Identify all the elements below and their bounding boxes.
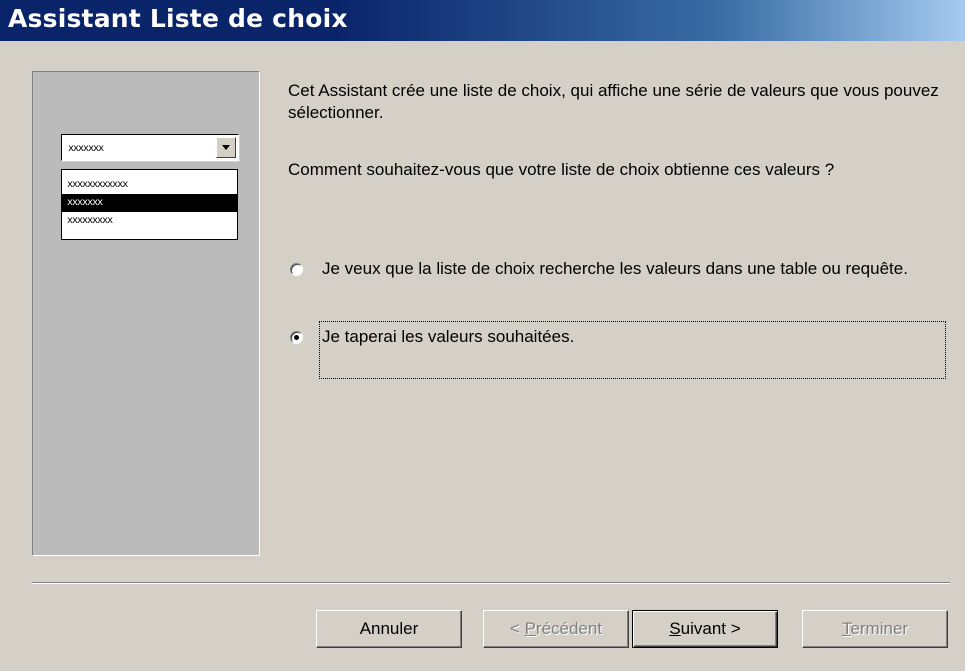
- sample-list-item: xxxxxxxxxxxx: [67, 179, 128, 190]
- previous-button-label: récédent: [535, 619, 603, 638]
- finish-button-label: erminer: [850, 619, 909, 638]
- next-button-mnemonic: S: [669, 619, 681, 638]
- cancel-button[interactable]: Annuler: [316, 610, 462, 648]
- option-lookup-table-label[interactable]: Je veux que la liste de choix recherche …: [322, 258, 922, 280]
- window-title: Assistant Liste de choix: [8, 4, 348, 33]
- sample-list-item-selected: xxxxxxx: [62, 194, 237, 212]
- sample-combo-value: xxxxxxx: [68, 143, 104, 154]
- previous-button-mnemonic: P: [524, 619, 536, 638]
- dropdown-arrow-icon: [216, 137, 236, 158]
- question-text: Comment souhaitez-vous que votre liste d…: [288, 160, 835, 179]
- next-button-label: uivant >: [680, 619, 741, 638]
- radio-lookup-table[interactable]: [290, 263, 303, 276]
- option-type-values-label[interactable]: Je taperai les valeurs souhaitées.: [322, 326, 922, 348]
- next-button[interactable]: Suivant >: [632, 610, 778, 648]
- finish-button[interactable]: Terminer: [802, 610, 948, 648]
- title-bar[interactable]: Assistant Liste de choix: [0, 0, 965, 41]
- sample-list-item: xxxxxxxxx: [67, 215, 113, 226]
- previous-button[interactable]: < Précédent: [483, 610, 629, 648]
- sample-dropdown-list: xxxxxxxxxxxx xxxxxxx xxxxxxxxx: [61, 169, 238, 240]
- radio-type-values[interactable]: [290, 331, 303, 344]
- previous-button-prefix: <: [509, 619, 525, 638]
- separator: [32, 582, 950, 584]
- intro-text: Cet Assistant crée une liste de choix, q…: [288, 81, 939, 122]
- sample-combo-box: xxxxxxx: [61, 134, 239, 161]
- cancel-button-label: Annuler: [359, 619, 419, 638]
- preview-panel: xxxxxxx xxxxxxxxxxxx xxxxxxx xxxxxxxxx: [32, 71, 260, 556]
